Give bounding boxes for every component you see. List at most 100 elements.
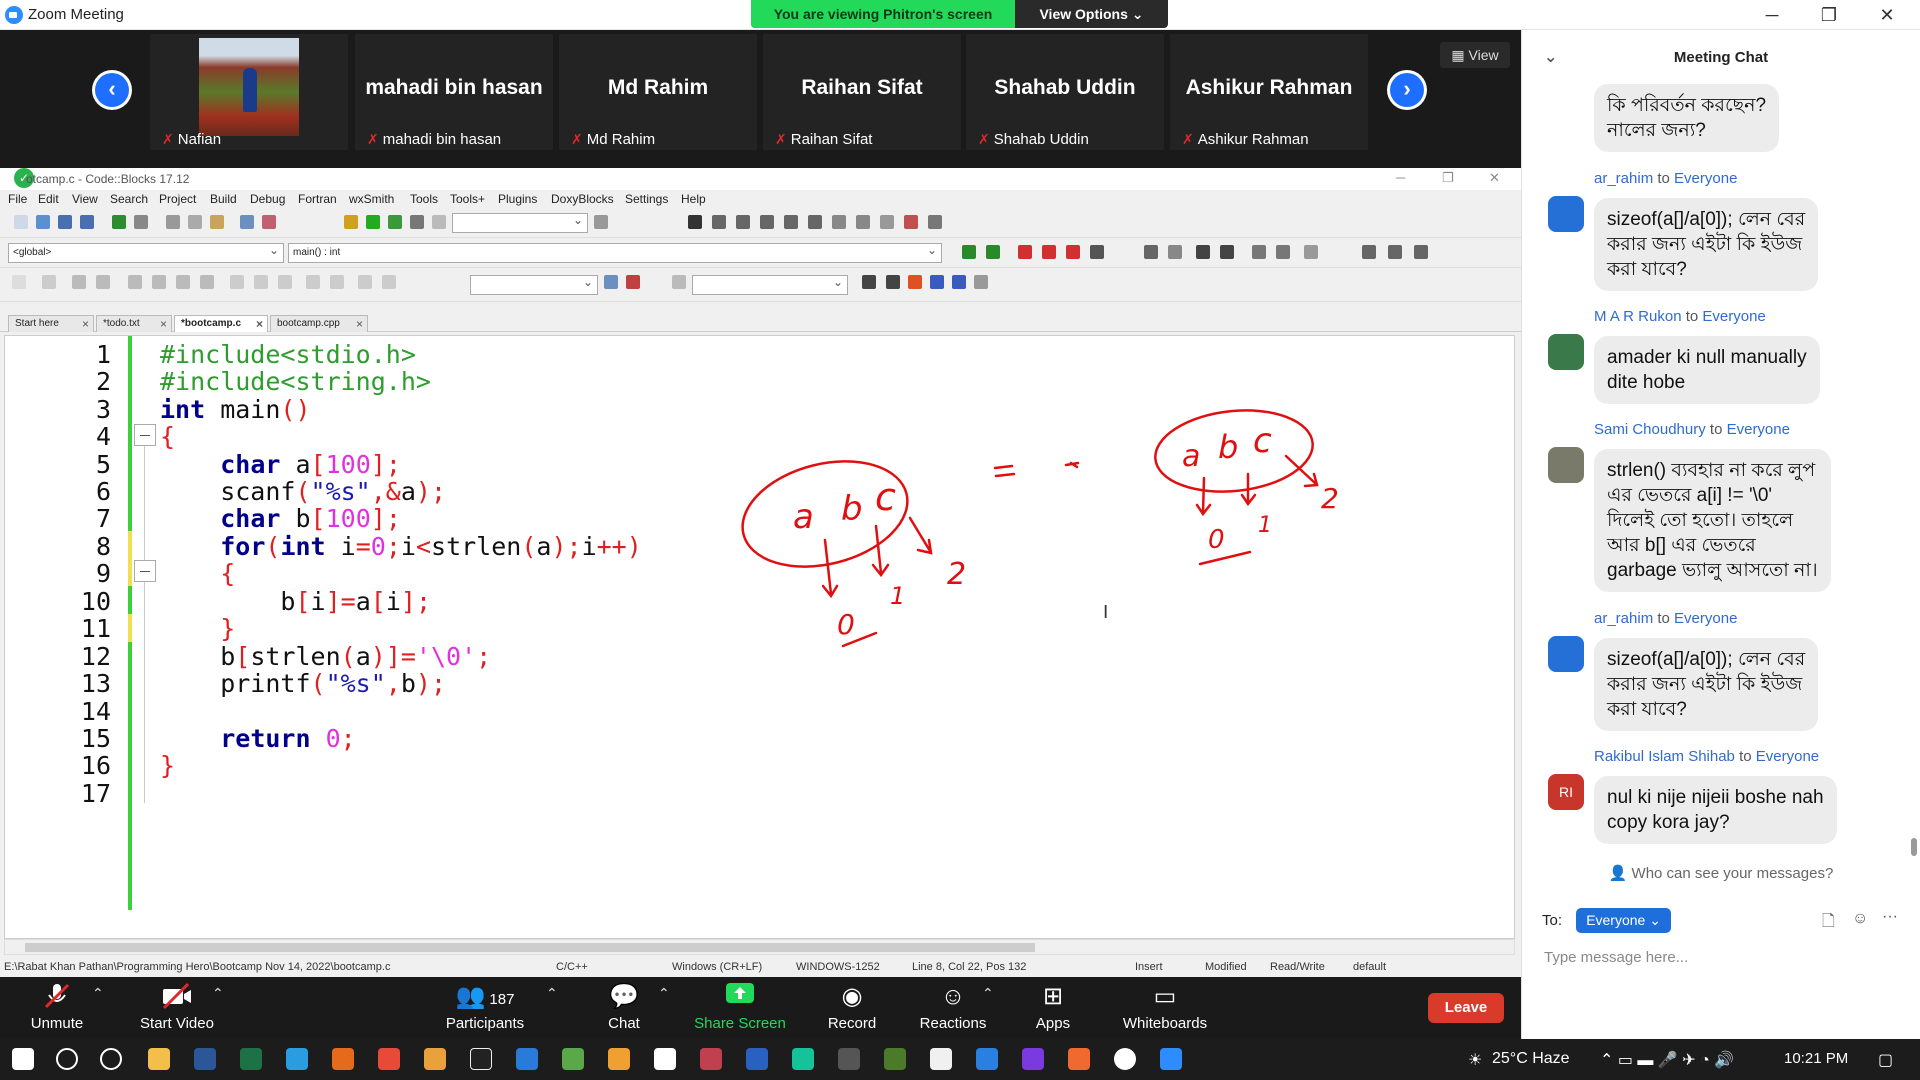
codeblocks-toolbar-2: <global> main() : int [0,238,1521,268]
chat-scrollbar[interactable] [1911,838,1917,856]
menu-doxyblocks: DoxyBlocks [551,192,614,206]
minimize-icon[interactable]: ─ [1749,2,1795,28]
app-icon[interactable] [700,1048,722,1070]
chat-sender[interactable]: Sami Choudhury [1594,421,1706,438]
unmute-button[interactable]: Unmute [24,981,90,1032]
nodejs-icon[interactable] [562,1048,584,1070]
emoji-icon[interactable]: ☺ [1852,910,1868,928]
teamviewer-icon[interactable] [930,1048,952,1070]
more-icon[interactable]: ··· [1882,908,1898,926]
apps-button[interactable]: ⊞ Apps [1030,981,1076,1032]
unmute-options-icon[interactable]: ⌃ [92,985,104,1002]
restore-icon[interactable]: ❐ [1806,2,1852,28]
system-tray-icons[interactable]: ⌃ ▭ ▬ 🎤 ✈ ◔ 🔊 [1600,1050,1734,1070]
chat-recipient[interactable]: Everyone [1702,308,1765,325]
chat-message-input[interactable] [1542,944,1902,970]
widget-h-icon [230,275,244,289]
stop-debug-icon [880,215,894,229]
debug-windows-icon [904,215,918,229]
close-icon[interactable]: ✕ [1864,2,1910,28]
chat-sender[interactable]: M A R Rukon [1594,308,1682,325]
record-button[interactable]: ◉ Record [820,981,884,1032]
pycharm-icon[interactable] [470,1048,492,1070]
messenger-icon[interactable] [1022,1048,1044,1070]
participant-tile[interactable]: mahadi bin hasan ✗ mahadi bin hasan [355,34,553,150]
replace-icon [262,215,276,229]
chrome-icon[interactable] [378,1048,400,1070]
video-gallery: ‹ ✗ Nafian mahadi bin hasan ✗ mahadi bin h… [0,30,1521,168]
chat-sender[interactable]: ar_rahim [1594,610,1653,627]
status-position: Line 8, Col 22, Pos 132 [912,961,1027,973]
view-options-button[interactable]: View Options ⌄ [1015,0,1168,28]
video-options-icon[interactable]: ⌃ [212,985,224,1002]
leave-button[interactable]: Leave [1428,993,1504,1023]
tab-start-here: Start here × [8,315,94,332]
gallery-next-button[interactable]: › [1387,70,1427,110]
clock[interactable]: 10:21 PM [1784,1050,1848,1067]
nav-dot-icon [1388,245,1402,259]
participant-tile[interactable]: Raihan Sifat ✗ Raihan Sifat [763,34,961,150]
chat-recipient[interactable]: Everyone [1756,748,1819,765]
chat-button[interactable]: 💬 Chat [594,981,654,1032]
people-icon: 👤 [1608,865,1632,882]
whiteboards-button[interactable]: ▭ Whiteboards [1118,981,1212,1032]
participant-tile[interactable]: Md Rahim ✗ Md Rahim [559,34,757,150]
postman-icon[interactable] [1068,1048,1090,1070]
windows-start-icon[interactable] [12,1048,34,1070]
chevron-down-icon[interactable]: ⌄ [1544,30,1557,86]
word-icon[interactable] [194,1048,216,1070]
chat-recipient[interactable]: Everyone [1674,170,1737,187]
next-line-icon [736,215,750,229]
menu-debug: Debug [250,192,286,206]
edge-icon[interactable] [286,1048,308,1070]
participants-count: 187 [489,991,515,1008]
participant-label: Nafian [177,131,222,148]
window-title: Zoom Meeting [28,6,124,23]
notifications-icon[interactable]: ▢ [1878,1050,1893,1070]
start-video-button[interactable]: Start Video [134,981,220,1032]
participants-options-icon[interactable]: ⌃ [546,985,558,1002]
firefox-icon[interactable] [332,1048,354,1070]
chat-sender[interactable]: Rakibul Islam Shihab [1594,748,1735,765]
step-out-icon [784,215,798,229]
pointer-icon [12,275,26,289]
menu-settings: Settings [625,192,669,206]
gallery-prev-button[interactable]: ‹ [92,70,132,110]
search-combo [470,275,598,295]
vscode-icon[interactable] [516,1048,538,1070]
who-can-see-link[interactable]: 👤 Who can see your messages? [1522,864,1920,882]
chat-sender[interactable]: ar_rahim [1594,170,1653,187]
grammarly-icon[interactable] [792,1048,814,1070]
github-icon[interactable] [1114,1048,1136,1070]
codeblocks-toolbar-1 [0,208,1521,238]
maps-icon[interactable] [976,1048,998,1070]
reactions-options-icon[interactable]: ⌃ [982,985,994,1002]
file-icon[interactable]: 🗋 [1822,910,1835,937]
file-explorer-icon[interactable] [148,1048,170,1070]
chat-recipient[interactable]: Everyone [1674,610,1737,627]
cortana-icon[interactable] [100,1048,122,1070]
weather-text[interactable]: 25°C Haze [1492,1050,1570,1068]
paint-icon[interactable] [424,1048,446,1070]
recipient-dropdown[interactable]: Everyone ⌄ [1576,908,1671,933]
participants-button[interactable]: 👥 187 Participants [440,981,530,1032]
zoom-taskbar-icon[interactable] [1160,1048,1182,1070]
participant-tile[interactable]: ✗ Nafian [150,34,348,150]
notion-icon[interactable] [654,1048,676,1070]
search-go-icon [604,275,618,289]
sourcetree-icon[interactable] [608,1048,630,1070]
participant-tile[interactable]: Ashikur Rahman ✗ Ashikur Rahman [1170,34,1368,150]
terminal-icon[interactable] [838,1048,860,1070]
share-screen-button[interactable]: Share Screen [692,981,788,1032]
search-icon[interactable] [56,1048,78,1070]
chat-options-icon[interactable]: ⌃ [658,985,670,1002]
excel-icon[interactable] [240,1048,262,1070]
widget-f-icon [176,275,190,289]
participant-tile[interactable]: Shahab Uddin ✗ Shahab Uddin [966,34,1164,150]
vim-icon[interactable] [884,1048,906,1070]
weather-icon[interactable]: ☀ [1468,1050,1482,1070]
reactions-button[interactable]: ☺ Reactions [916,981,990,1032]
calendar-icon[interactable] [746,1048,768,1070]
view-button[interactable]: ▦ View [1440,42,1510,68]
chat-recipient[interactable]: Everyone [1727,421,1790,438]
